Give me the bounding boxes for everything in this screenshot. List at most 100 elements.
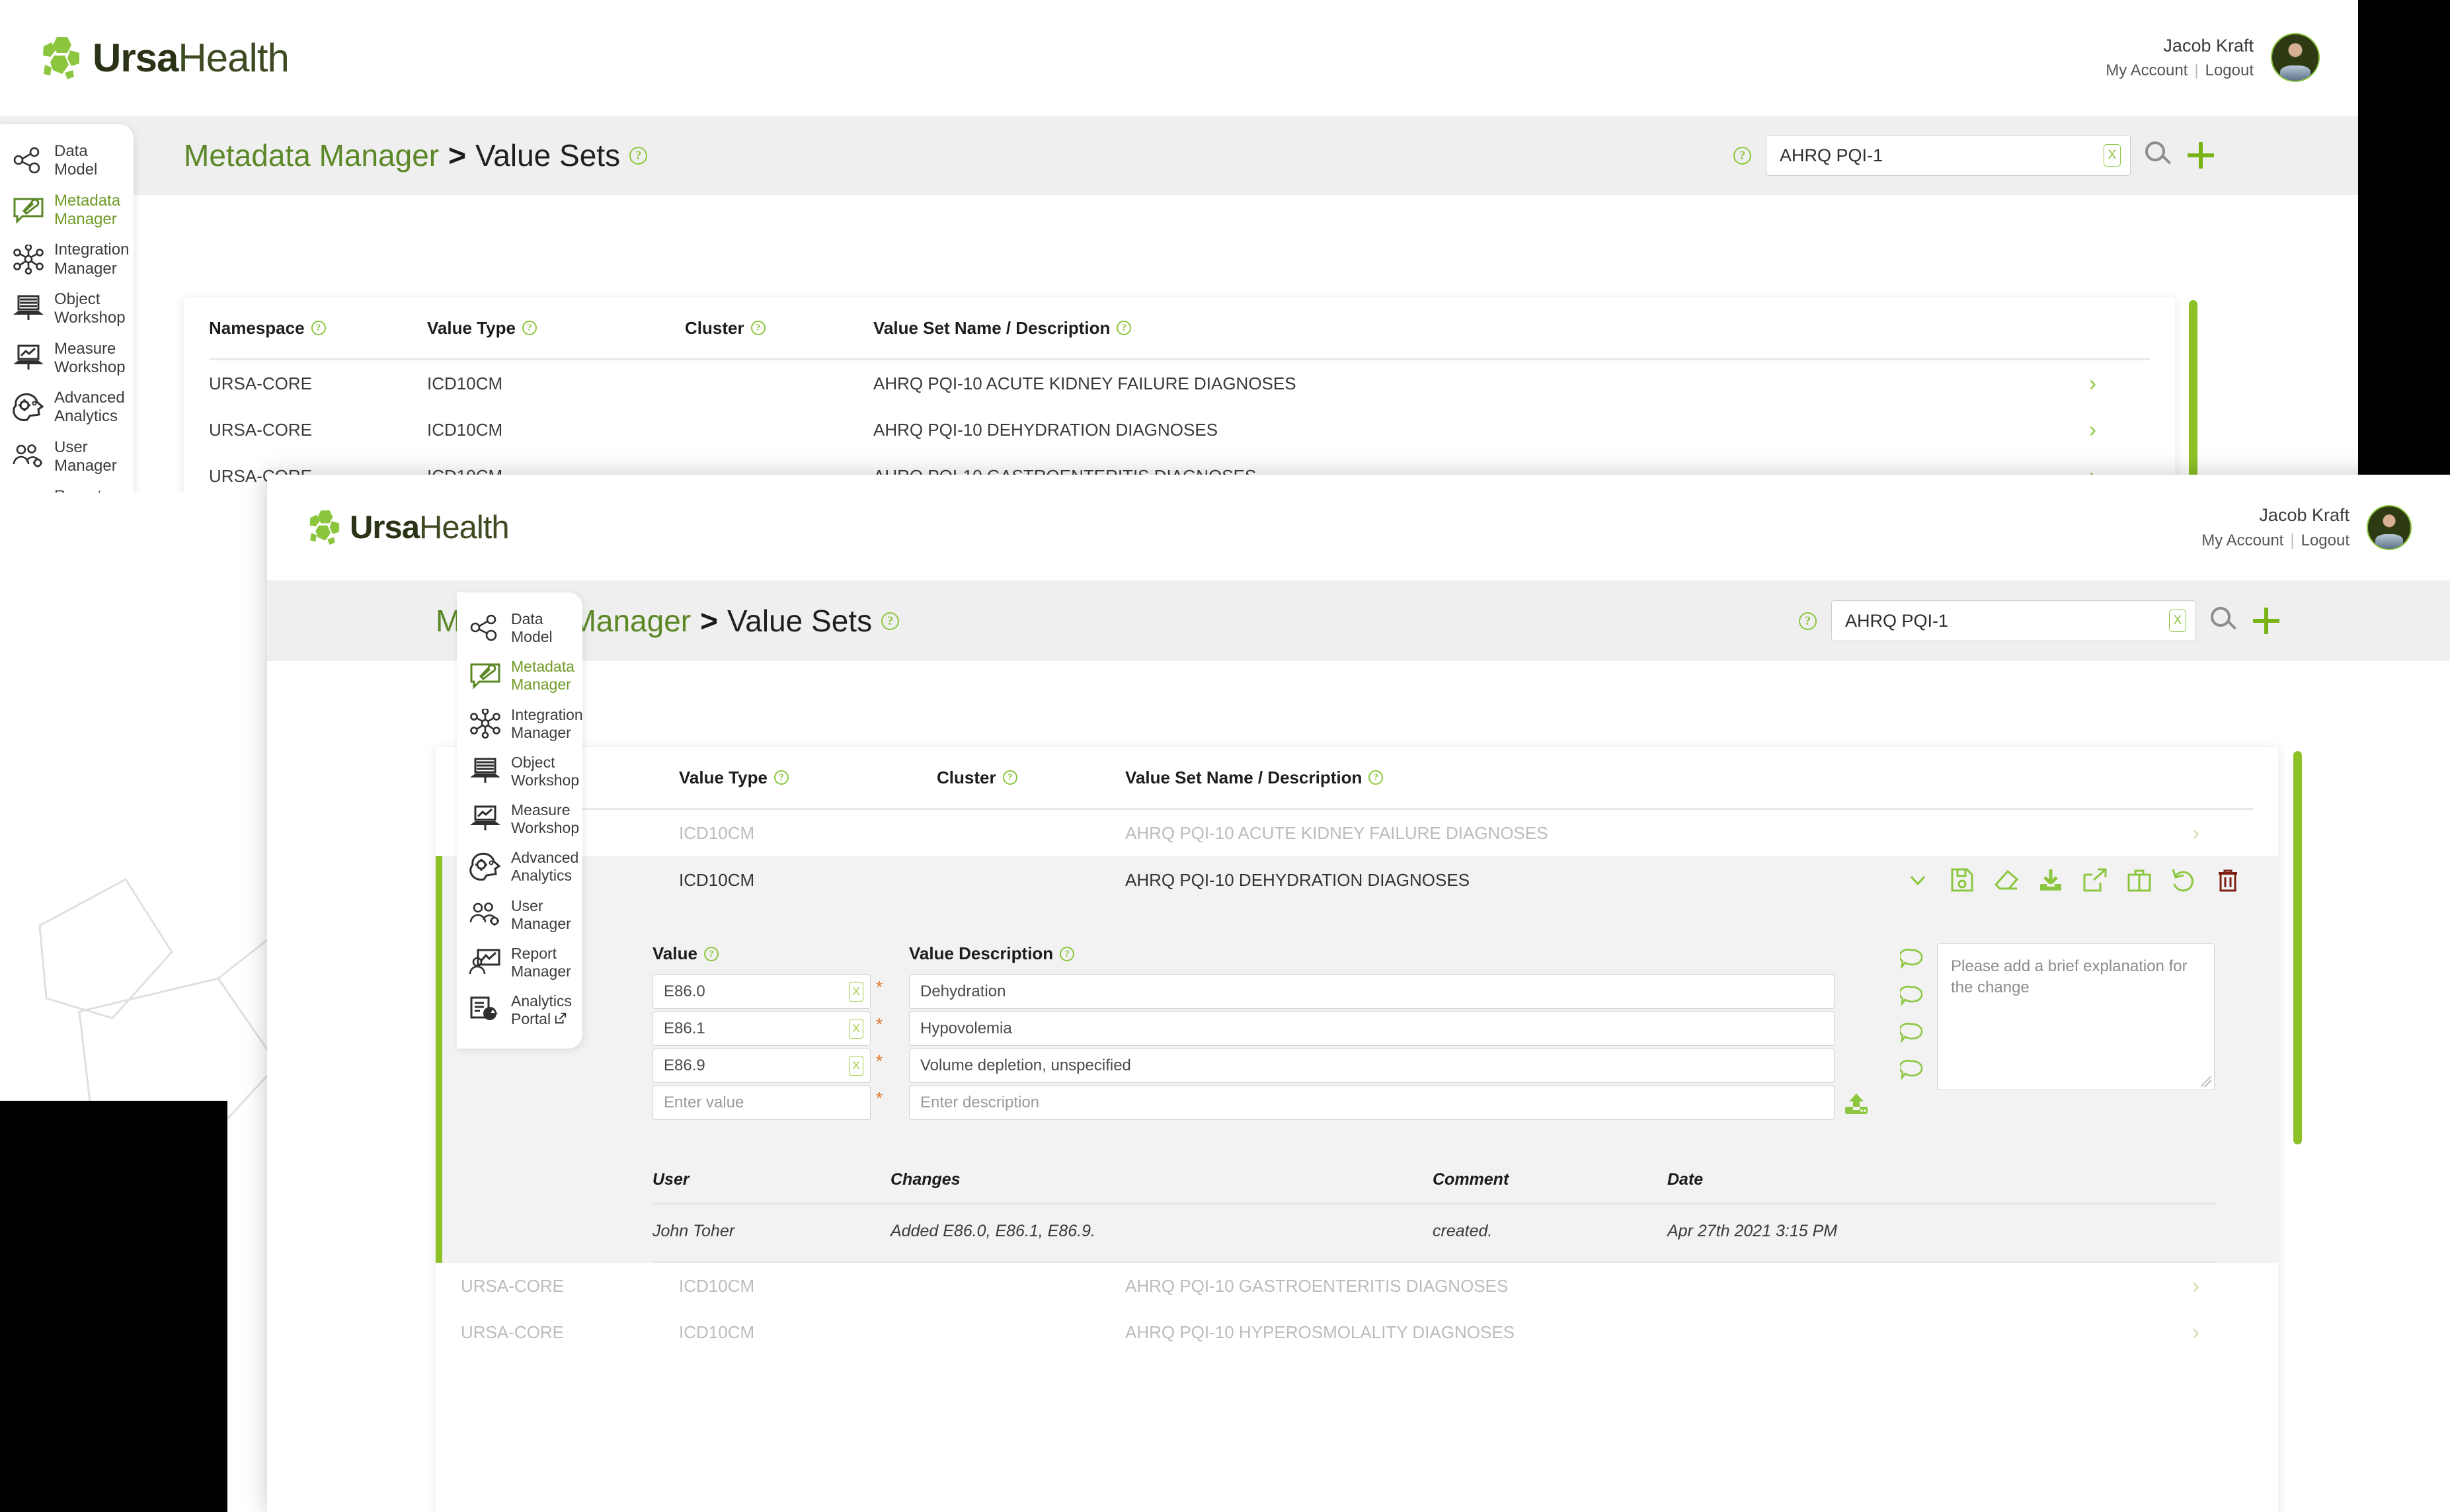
search-box-front[interactable]: X xyxy=(1831,600,2196,641)
value-set-help-icon-front[interactable]: ? xyxy=(1368,770,1384,785)
chevron-right-icon[interactable]: › xyxy=(2089,371,2096,395)
cluster-help-icon[interactable]: ? xyxy=(750,321,766,335)
download-icon[interactable] xyxy=(2037,867,2064,893)
cell-expand[interactable]: › xyxy=(2089,371,2175,396)
breadcrumb-primary[interactable]: Metadata Manager xyxy=(184,138,439,173)
value-input[interactable]: E86.0 X xyxy=(652,975,871,1009)
sidebar-item-user[interactable]: User Manager xyxy=(457,891,582,939)
col-header-namespace[interactable]: Namespace? xyxy=(209,318,427,338)
new-description-input[interactable]: Enter description xyxy=(909,1086,1835,1120)
scrollbar-thumb-front[interactable] xyxy=(2293,751,2302,1144)
avatar[interactable] xyxy=(2271,33,2320,83)
add-value-set-icon-front[interactable] xyxy=(2253,608,2279,634)
description-input[interactable]: Dehydration xyxy=(909,975,1835,1009)
sidebar-item-integration[interactable]: Integration Manager xyxy=(0,235,134,284)
namespace-help-icon[interactable]: ? xyxy=(311,321,326,335)
value-clear-icon[interactable]: X xyxy=(849,1056,863,1076)
sidebar-item-user[interactable]: User Manager xyxy=(0,432,134,482)
help-icon-front[interactable]: ? xyxy=(881,612,900,630)
search-help-icon-front[interactable]: ? xyxy=(1799,612,1817,630)
comment-bubble-icon[interactable] xyxy=(1899,1060,1923,1081)
col-header-value-set[interactable]: Value Set Name / Description? xyxy=(873,318,2089,338)
description-input[interactable]: Hypovolemia xyxy=(909,1012,1835,1046)
ursa-health-logo-front[interactable]: UrsaHealth xyxy=(308,509,510,546)
description-input[interactable]: Volume depletion, unspecified xyxy=(909,1049,1835,1083)
col-header-value-type-front[interactable]: Value Type? xyxy=(679,768,937,788)
value-clear-icon[interactable]: X xyxy=(849,982,863,1002)
sidebar-item-report[interactable]: ReportManager xyxy=(0,481,134,493)
cell-expand[interactable]: › xyxy=(2192,1273,2278,1298)
search-clear-icon[interactable]: X xyxy=(2104,144,2121,167)
sidebar-item-integration[interactable]: Integration Manager xyxy=(457,700,583,748)
upload-icon[interactable] xyxy=(1842,1092,1870,1116)
col-header-value-type[interactable]: Value Type? xyxy=(427,318,685,338)
chevron-down-icon[interactable] xyxy=(1905,867,1931,893)
avatar-front[interactable] xyxy=(2367,504,2412,550)
sidebar-item-measure[interactable]: Measure Workshop xyxy=(0,334,134,383)
sidebar-item-object[interactable]: Object Workshop xyxy=(0,284,134,334)
new-value-input[interactable]: Enter value xyxy=(652,1086,871,1120)
sidebar-item-analytics[interactable]: Analytics Portal xyxy=(457,986,582,1034)
cluster-help-icon-front[interactable]: ? xyxy=(1002,770,1017,785)
cell-expand[interactable]: › xyxy=(2192,820,2278,846)
comment-bubble-icon[interactable] xyxy=(1899,1023,1923,1044)
save-icon[interactable] xyxy=(1949,867,1975,893)
col-header-value-set-front[interactable]: Value Set Name / Description? xyxy=(1125,768,2192,788)
search-box[interactable]: X xyxy=(1766,135,2131,176)
expanded-row-header[interactable]: URSA-CORE ICD10CM AHRQ PQI-10 DEHYDRATIO… xyxy=(436,856,2278,904)
sidebar-item-measure[interactable]: Measure Workshop xyxy=(457,795,582,843)
value-set-help-icon[interactable]: ? xyxy=(1117,321,1132,335)
table-row[interactable]: URSA-COREICD10CMAHRQ PQI-10 ACUTE KIDNEY… xyxy=(184,360,2175,407)
help-icon[interactable]: ? xyxy=(629,146,648,165)
value-input[interactable]: E86.9 X xyxy=(652,1049,871,1083)
logout-link[interactable]: Logout xyxy=(2205,61,2254,79)
value-clear-icon[interactable]: X xyxy=(849,1019,863,1039)
sidebar-item-metadata[interactable]: Metadata Manager xyxy=(457,652,582,699)
my-account-link-front[interactable]: My Account xyxy=(2201,532,2283,549)
comment-bubble-icon[interactable] xyxy=(1899,949,1923,970)
chevron-right-icon[interactable]: › xyxy=(2192,1273,2199,1298)
search-icon[interactable] xyxy=(2145,141,2173,169)
sidebar-item-advanced[interactable]: Advanced Analytics xyxy=(0,383,134,432)
delete-icon[interactable] xyxy=(2215,867,2241,893)
sidebar-item-advanced[interactable]: Advanced Analytics xyxy=(457,843,582,891)
value-type-help-icon[interactable]: ? xyxy=(522,321,537,335)
cell-expand[interactable]: › xyxy=(2089,417,2175,442)
table-row[interactable]: URSA-CORE ICD10CM AHRQ PQI-10 DEHYDRATION … xyxy=(184,407,2175,453)
chevron-right-icon[interactable]: › xyxy=(2192,820,2199,845)
chevron-right-icon[interactable]: › xyxy=(2192,1320,2199,1344)
sidebar-item-data[interactable]: Data Model xyxy=(457,604,582,652)
search-input-front[interactable] xyxy=(1845,610,2169,631)
cell-expand[interactable]: › xyxy=(2192,1320,2278,1345)
add-value-set-icon[interactable] xyxy=(2188,142,2214,169)
description-help-icon[interactable]: ? xyxy=(1060,946,1075,961)
eraser-icon[interactable] xyxy=(1993,867,2020,893)
sidebar-item-data[interactable]: Data Model xyxy=(0,136,134,186)
value-row-new: Enter value * xyxy=(652,1086,888,1123)
comment-bubble-icon[interactable] xyxy=(1899,986,1923,1007)
sidebar-item-metadata[interactable]: Metadata Manager xyxy=(0,186,134,235)
search-input[interactable] xyxy=(1780,145,2104,166)
table-row[interactable]: URSA-CORE ICD10CM AHRQ PQI-10 GASTROENTERI… xyxy=(436,1263,2278,1309)
col-header-cluster[interactable]: Cluster? xyxy=(685,318,873,338)
my-account-link[interactable]: My Account xyxy=(2106,61,2188,79)
search-help-icon[interactable]: ? xyxy=(1733,146,1751,165)
search-clear-icon-front[interactable]: X xyxy=(2169,610,2186,632)
scrollbar-thumb[interactable] xyxy=(2189,300,2197,493)
value-type-help-icon-front[interactable]: ? xyxy=(773,770,789,785)
sidebar-item-report[interactable]: ReportManager xyxy=(457,939,582,986)
col-header-cluster-front[interactable]: Cluster? xyxy=(937,768,1125,788)
change-comment-textarea[interactable]: Please add a brief explanation for the c… xyxy=(1937,943,2215,1090)
revert-icon[interactable] xyxy=(2170,867,2197,893)
external-link-icon[interactable] xyxy=(2082,867,2108,893)
search-icon-front[interactable] xyxy=(2211,607,2238,635)
value-help-icon[interactable]: ? xyxy=(703,946,719,961)
sidebar-item-object[interactable]: Object Workshop xyxy=(457,748,582,795)
table-row[interactable]: URSA-COREICD10CMAHRQ PQI-10 ACUTE KIDNEY… xyxy=(436,810,2278,856)
table-row[interactable]: URSA-CORE ICD10CM AHRQ PQI-10 HYPEROSMOLAL… xyxy=(436,1309,2278,1355)
briefcase-icon[interactable] xyxy=(2126,867,2153,893)
logout-link-front[interactable]: Logout xyxy=(2301,532,2350,549)
value-input[interactable]: E86.1 X xyxy=(652,1012,871,1046)
ursa-health-logo[interactable]: UrsaHealth xyxy=(41,36,290,81)
chevron-right-icon[interactable]: › xyxy=(2089,417,2096,442)
